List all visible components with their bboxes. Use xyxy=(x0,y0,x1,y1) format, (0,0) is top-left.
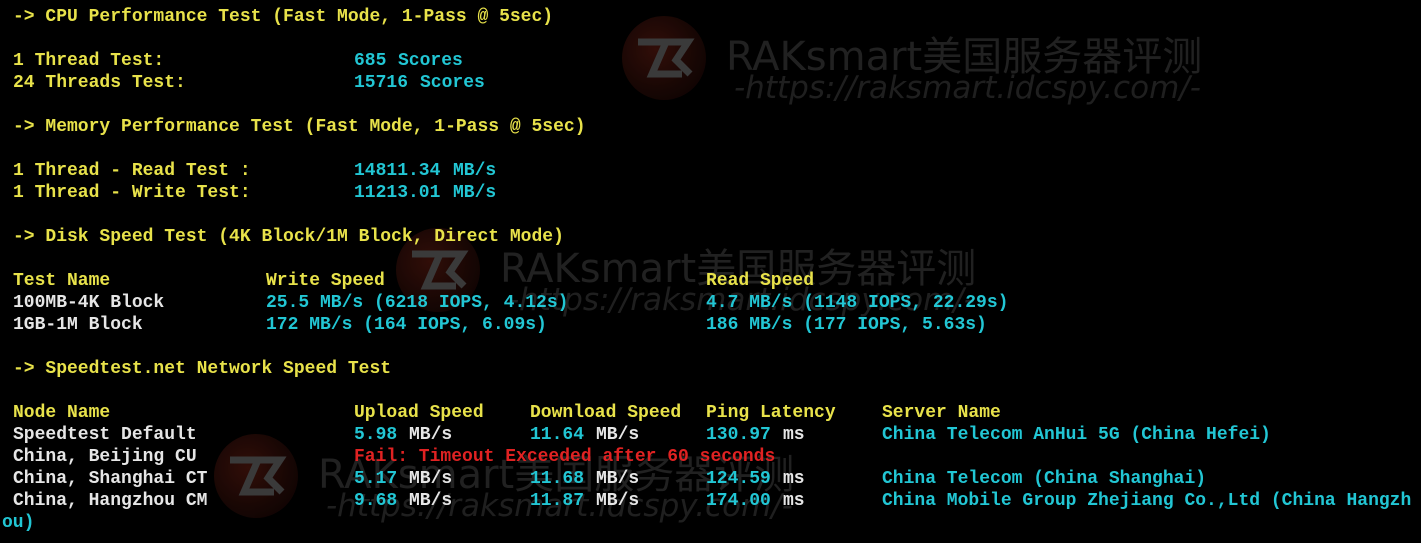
network-row-upload-unit: MB/s xyxy=(409,469,453,489)
network-wrap-line: ou) xyxy=(2,513,35,533)
network-header-server: Server Name xyxy=(882,403,1001,423)
cpu-row-value: 685 xyxy=(354,51,387,71)
network-row-ping: 174.00 xyxy=(706,491,771,511)
network-row-download: 11.68 xyxy=(530,469,585,489)
watermark-1: RAKsmart美国服务器评测 -https://raksmart.idcspy… xyxy=(622,10,1222,110)
network-row-download-unit: MB/s xyxy=(596,469,640,489)
network-header-node: Node Name xyxy=(13,403,111,423)
network-row-server: China Telecom (China Shanghai) xyxy=(882,469,1207,489)
cpu-row-label: 1 Thread Test: xyxy=(13,51,165,71)
cpu-row-label: 24 Threads Test: xyxy=(13,73,186,93)
disk-row-write: 25.5 MB/s (6218 IOPS, 4.12s) xyxy=(266,293,569,313)
disk-row-read: 4.7 MB/s (1148 IOPS, 22.29s) xyxy=(706,293,1009,313)
network-row-download-unit: MB/s xyxy=(596,491,640,511)
network-row-ping: 124.59 xyxy=(706,469,771,489)
network-row-upload: 9.68 xyxy=(354,491,398,511)
network-row-download: 11.64 xyxy=(530,425,585,445)
network-row-ping-unit: ms xyxy=(783,491,805,511)
cpu-row-unit: Scores xyxy=(420,73,485,93)
network-row-download-unit: MB/s xyxy=(596,425,640,445)
disk-row-name: 1GB-1M Block xyxy=(13,315,143,335)
disk-header-read: Read Speed xyxy=(706,271,815,291)
disk-row-write: 172 MB/s (164 IOPS, 6.09s) xyxy=(266,315,547,335)
memory-row-unit: MB/s xyxy=(453,183,497,203)
disk-heading: -> Disk Speed Test (4K Block/1M Block, D… xyxy=(13,227,564,247)
disk-header-name: Test Name xyxy=(13,271,111,291)
network-row-node: Speedtest Default xyxy=(13,425,197,445)
network-row-ping-unit: ms xyxy=(783,425,805,445)
network-row-upload-unit: MB/s xyxy=(409,425,453,445)
network-row-node: China, Beijing CU xyxy=(13,447,197,467)
network-row-upload: 5.98 xyxy=(354,425,398,445)
disk-row-read: 186 MB/s (177 IOPS, 5.63s) xyxy=(706,315,987,335)
cpu-row-unit: Scores xyxy=(398,51,463,71)
network-heading: -> Speedtest.net Network Speed Test xyxy=(13,359,392,379)
watermark-url: -https://raksmart.idcspy.com/- xyxy=(734,70,1201,106)
network-row-upload-unit: MB/s xyxy=(409,491,453,511)
watermark-logo-icon xyxy=(214,434,298,518)
disk-row-name: 100MB-4K Block xyxy=(13,293,165,313)
network-header-ping: Ping Latency xyxy=(706,403,836,423)
network-row-ping-unit: ms xyxy=(783,469,805,489)
network-row-server: China Telecom AnHui 5G (China Hefei) xyxy=(882,425,1271,445)
disk-header-write: Write Speed xyxy=(266,271,385,291)
network-header-upload: Upload Speed xyxy=(354,403,484,423)
network-row-node: China, Shanghai CT xyxy=(13,469,208,489)
memory-heading: -> Memory Performance Test (Fast Mode, 1… xyxy=(13,117,586,137)
memory-row-label: 1 Thread - Write Test: xyxy=(13,183,251,203)
network-row-ping: 130.97 xyxy=(706,425,771,445)
memory-row-value: 11213.01 xyxy=(354,183,441,203)
watermark-logo-icon xyxy=(622,16,706,100)
cpu-row-value: 15716 xyxy=(354,73,409,93)
memory-row-unit: MB/s xyxy=(453,161,497,181)
watermark-title: RAKsmart美国服务器评测 xyxy=(726,34,1203,80)
cpu-heading: -> CPU Performance Test (Fast Mode, 1-Pa… xyxy=(13,7,554,27)
network-row-error: Fail: Timeout Exceeded after 60 seconds xyxy=(354,447,776,467)
memory-row-label: 1 Thread - Read Test : xyxy=(13,161,251,181)
network-row-upload: 5.17 xyxy=(354,469,398,489)
memory-row-value: 14811.34 xyxy=(354,161,441,181)
network-row-server: China Mobile Group Zhejiang Co.,Ltd (Chi… xyxy=(882,491,1412,511)
network-row-download: 11.87 xyxy=(530,491,585,511)
network-row-node: China, Hangzhou CM xyxy=(13,491,208,511)
terminal-output: RAKsmart美国服务器评测 -https://raksmart.idcspy… xyxy=(0,0,1421,543)
network-header-download: Download Speed xyxy=(530,403,682,423)
